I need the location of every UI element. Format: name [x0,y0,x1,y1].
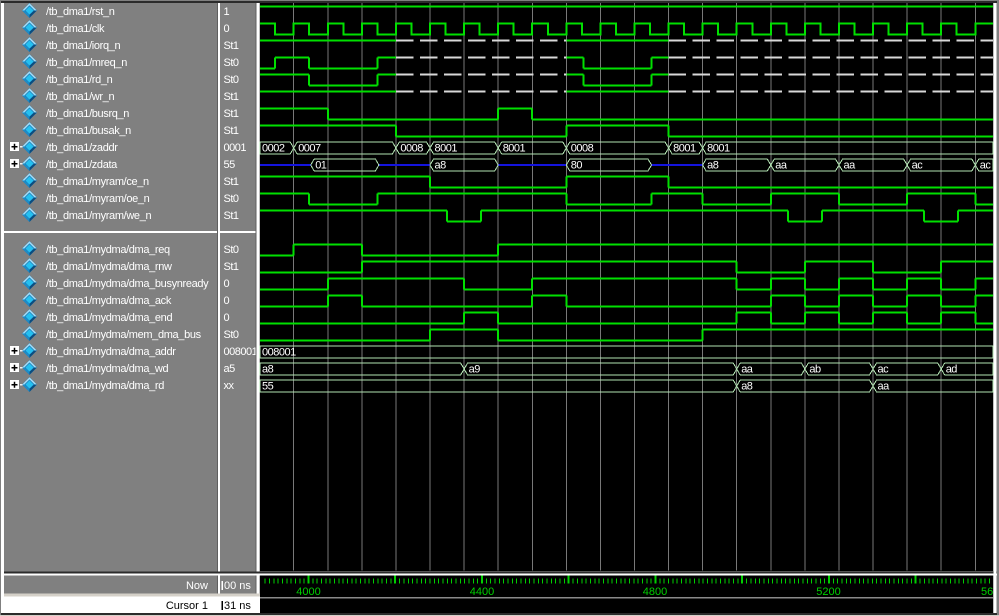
svg-text:4000: 4000 [296,586,320,598]
svg-text:ad: ad [946,364,958,376]
svg-text:a5: a5 [224,363,236,375]
svg-text:Cursor 1: Cursor 1 [166,600,208,612]
svg-text:55: 55 [262,381,274,393]
svg-text:/tb_dma1/busak_n: /tb_dma1/busak_n [46,125,131,137]
svg-text:0: 0 [224,312,230,324]
svg-text:ab: ab [809,364,821,376]
svg-text:/tb_dma1/mydma/dma_rnw: /tb_dma1/mydma/dma_rnw [46,261,172,273]
svg-text:4800: 4800 [643,586,667,598]
svg-text:a8: a8 [741,381,753,393]
svg-text:8001: 8001 [503,143,526,155]
svg-text:xx: xx [224,380,235,392]
svg-text:St0: St0 [224,244,239,256]
svg-text:1: 1 [224,6,230,18]
svg-text:/tb_dma1/wr_n: /tb_dma1/wr_n [46,91,114,103]
svg-text:0: 0 [224,278,230,290]
svg-text:St1: St1 [224,108,239,120]
svg-text:0001: 0001 [224,142,247,154]
svg-text:/tb_dma1/myram/ce_n: /tb_dma1/myram/ce_n [46,176,149,188]
svg-text:St1: St1 [224,91,239,103]
svg-text:0007: 0007 [298,143,321,155]
svg-text:0: 0 [224,295,230,307]
svg-text:St0: St0 [224,57,239,69]
svg-text:8001: 8001 [435,143,458,155]
svg-text:/tb_dma1/mydma/dma_ack: /tb_dma1/mydma/dma_ack [46,295,172,307]
svg-text:/tb_dma1/mydma/dma_req: /tb_dma1/mydma/dma_req [46,244,170,256]
svg-text:St0: St0 [224,74,239,86]
svg-text:008001: 008001 [224,346,258,358]
svg-text:0002: 0002 [262,143,285,155]
svg-text:0: 0 [224,23,230,35]
svg-text:St0: St0 [224,329,239,341]
svg-text:Now: Now [186,580,208,592]
svg-text:St0: St0 [224,193,239,205]
svg-text:8001: 8001 [707,143,730,155]
svg-text:80: 80 [571,160,583,172]
svg-text:55: 55 [224,159,236,171]
svg-text:/tb_dma1/rd_n: /tb_dma1/rd_n [46,74,113,86]
svg-text:ac: ac [980,160,992,172]
svg-text:/tb_dma1/zdata: /tb_dma1/zdata [46,159,118,171]
svg-text:/tb_dma1/mreq_n: /tb_dma1/mreq_n [46,57,127,69]
svg-text:St1: St1 [224,176,239,188]
svg-text:aa: aa [844,160,857,172]
svg-text:ac: ac [878,364,890,376]
svg-text:St1: St1 [224,261,239,273]
svg-text:/tb_dma1/mydma/dma_busynready: /tb_dma1/mydma/dma_busynready [46,278,209,290]
svg-text:ac: ac [912,160,924,172]
svg-text:St1: St1 [224,40,239,52]
svg-text:4400: 4400 [470,586,494,598]
svg-text:/tb_dma1/mydma/dma_wd: /tb_dma1/mydma/dma_wd [46,363,168,375]
svg-text:/tb_dma1/mydma/dma_rd: /tb_dma1/mydma/dma_rd [46,380,164,392]
svg-text:/tb_dma1/mydma/mem_dma_bus: /tb_dma1/mydma/mem_dma_bus [46,329,202,341]
svg-text:/tb_dma1/zaddr: /tb_dma1/zaddr [46,142,118,154]
svg-text:aa: aa [775,160,788,172]
svg-text:St1: St1 [224,210,239,222]
svg-text:St1: St1 [224,125,239,137]
svg-text:56: 56 [981,586,993,598]
svg-text:/tb_dma1/myram/we_n: /tb_dma1/myram/we_n [46,210,151,222]
svg-text:31 ns: 31 ns [224,600,251,612]
svg-text:/tb_dma1/mydma/dma_addr: /tb_dma1/mydma/dma_addr [46,346,176,358]
svg-text:/tb_dma1/iorq_n: /tb_dma1/iorq_n [46,40,120,52]
svg-text:00 ns: 00 ns [224,580,251,592]
svg-text:aa: aa [741,364,754,376]
svg-text:a8: a8 [435,160,447,172]
svg-text:8001: 8001 [673,143,696,155]
svg-text:0008: 0008 [400,143,423,155]
svg-text:5200: 5200 [816,586,840,598]
svg-text:/tb_dma1/rst_n: /tb_dma1/rst_n [46,6,115,18]
svg-text:0008: 0008 [571,143,594,155]
svg-text:a9: a9 [469,364,481,376]
svg-text:/tb_dma1/busrq_n: /tb_dma1/busrq_n [46,108,129,120]
svg-text:a8: a8 [707,160,719,172]
svg-text:01: 01 [315,160,327,172]
svg-text:/tb_dma1/myram/oe_n: /tb_dma1/myram/oe_n [46,193,150,205]
svg-text:/tb_dma1/mydma/dma_end: /tb_dma1/mydma/dma_end [46,312,172,324]
svg-text:a8: a8 [262,364,274,376]
svg-text:008001: 008001 [262,347,296,359]
svg-text:aa: aa [878,381,891,393]
svg-text:/tb_dma1/clk: /tb_dma1/clk [46,23,105,35]
